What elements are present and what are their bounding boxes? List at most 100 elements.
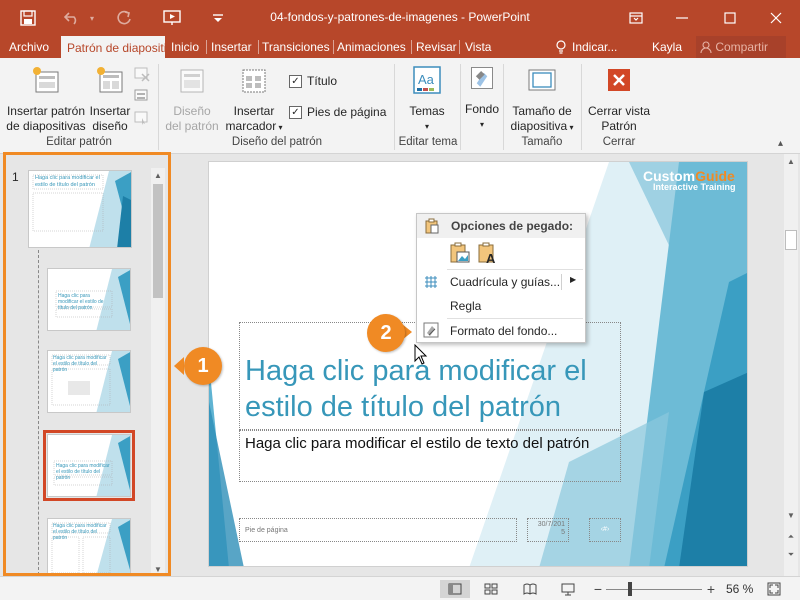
insert-layout-button[interactable]: Insertar diseño (88, 64, 132, 134)
scroll-down-icon[interactable]: ▼ (151, 562, 165, 576)
thumbnail-layout-content[interactable]: Haga clic para modificar el estilo de tí… (47, 350, 131, 413)
thumbnail-layout-title[interactable]: Haga clic para modificar el estilo de tí… (47, 268, 131, 331)
next-slide-icon[interactable]: ⏷ (784, 548, 798, 562)
slide-number-placeholder[interactable]: ‹#› (589, 518, 621, 542)
callout-1-pointer (174, 357, 184, 375)
close-button[interactable] (756, 0, 796, 36)
slide-title-line-2: estilo de título del patrón (245, 391, 561, 423)
slide-body-text[interactable]: Haga clic para modificar el estilo de te… (245, 435, 589, 452)
check-icon: ✓ (289, 105, 302, 119)
thumbnail-layout-selected[interactable]: Haga clic para modificar el estilo de tí… (43, 430, 135, 501)
grid-icon (425, 276, 437, 288)
preserve-icon[interactable] (134, 110, 152, 128)
insert-slide-master-button[interactable]: Insertar patrón de diapositivas (4, 64, 88, 134)
ribbon-separator (581, 64, 582, 150)
slide-size-label-1: Tamaño de (512, 104, 572, 118)
chevron-down-icon: ▾ (479, 120, 484, 129)
mouse-cursor-icon (414, 344, 428, 365)
ribbon-separator (394, 64, 395, 150)
zoom-out-icon[interactable]: − (588, 580, 608, 598)
slide-size-button[interactable]: Tamaño de diapositiva ▾ (506, 64, 578, 135)
delete-slide-icon[interactable] (134, 66, 152, 84)
menu-item-grid-and-guides[interactable]: Cuadrícula y guías... ▶ (417, 270, 585, 294)
title-checkbox-label: Título (307, 74, 338, 88)
tell-me-search[interactable]: Indicar... (572, 36, 622, 58)
tab-separator (411, 40, 412, 54)
footer-placeholder[interactable]: Pie de página (239, 518, 517, 542)
tab-slide-master[interactable]: Patrón de diapositivas (61, 36, 165, 58)
title-checkbox[interactable]: ✓ Título (289, 74, 337, 88)
group-size-label: Tamaño (521, 136, 563, 148)
share-label: Compartir (715, 40, 769, 54)
scrollbar-thumb[interactable] (785, 230, 797, 250)
slide-thumbnail-pane: 1 Haga clic para modificar el estilo de … (0, 154, 170, 580)
background-label: Fondo (464, 102, 500, 116)
thumbnail-master[interactable]: Haga clic para modificar el estilo de tí… (28, 170, 132, 248)
footers-checkbox-label: Pies de página (307, 105, 387, 119)
master-layout-button[interactable]: Diseño del patrón (162, 64, 222, 134)
ribbon-separator (158, 64, 159, 150)
scroll-up-icon[interactable]: ▲ (151, 168, 165, 182)
previous-slide-icon[interactable]: ⏶ (784, 530, 798, 544)
slide-show-icon[interactable] (558, 580, 578, 598)
tab-insert[interactable]: Insertar (211, 36, 257, 58)
group-master-layout-label: Diseño del patrón (231, 136, 323, 148)
fit-to-window-icon[interactable] (764, 580, 784, 598)
themes-label: Temas (409, 104, 445, 118)
paste-text-only-icon[interactable]: A (477, 242, 499, 266)
context-menu: Opciones de pegado: A Cuadrícula y guías… (416, 213, 586, 343)
zoom-slider-track[interactable] (606, 589, 702, 590)
menu-item-format-background[interactable]: Formato del fondo... (417, 319, 585, 343)
background-icon (471, 67, 493, 89)
user-name[interactable]: Kayla (652, 36, 690, 58)
normal-view-icon[interactable] (440, 580, 470, 598)
insert-placeholder-label-1: Insertar (233, 104, 275, 118)
thumbnail-layout-content-title: Haga clic para modificar el estilo de tí… (53, 355, 107, 373)
chevron-down-icon: ▾ (424, 122, 429, 131)
lightbulb-icon[interactable] (556, 36, 570, 58)
insert-placeholder-button[interactable]: Insertar marcador ▾ (222, 64, 286, 135)
thumbnail-scrollbar[interactable]: ▲ ▼ (151, 168, 165, 576)
insert-slide-master-label-2: de diapositivas (6, 119, 86, 133)
minimize-button[interactable] (662, 0, 702, 36)
svg-text:Aa: Aa (418, 72, 435, 87)
share-button[interactable]: Compartir (696, 36, 786, 58)
status-bar: − + 56 % (0, 576, 800, 600)
thumbnail-layout-two-content[interactable]: Haga clic para modificar el estilo de tí… (47, 518, 131, 576)
tab-separator (258, 40, 259, 54)
date-placeholder[interactable]: 30/7/201 5 (527, 518, 569, 542)
scroll-up-icon[interactable]: ▲ (784, 154, 798, 168)
insert-placeholder-label-2: marcador (225, 119, 277, 133)
tab-review[interactable]: Revisar (416, 36, 458, 58)
slide-sorter-icon[interactable] (481, 580, 501, 598)
tab-home[interactable]: Inicio (171, 36, 205, 58)
tab-view[interactable]: Vista (465, 36, 495, 58)
tab-transitions[interactable]: Transiciones (262, 36, 332, 58)
insert-placeholder-icon (242, 69, 266, 93)
scrollbar-thumb[interactable] (153, 184, 163, 298)
close-master-view-button[interactable]: Cerrar vista Patrón (584, 64, 654, 134)
background-button[interactable]: Fondo ▾ (462, 64, 502, 132)
menu-item-ruler[interactable]: Regla (417, 294, 585, 318)
reading-view-icon[interactable] (520, 580, 540, 598)
callout-2-badge: 2 (367, 314, 405, 352)
rename-icon[interactable] (134, 88, 152, 106)
callout-1-badge: 1 (184, 347, 222, 385)
tab-animations[interactable]: Animaciones (337, 36, 410, 58)
themes-icon: Aa (413, 66, 441, 94)
zoom-in-icon[interactable]: + (701, 580, 721, 598)
tab-separator (206, 40, 207, 54)
body-placeholder[interactable]: Haga clic para modificar el estilo de te… (239, 430, 621, 482)
footers-checkbox[interactable]: ✓ Pies de página (289, 105, 386, 119)
tab-file[interactable]: Archivo (0, 36, 60, 58)
paste-picture-icon[interactable] (449, 242, 471, 264)
themes-button[interactable]: Aa Temas ▾ (404, 64, 450, 134)
slide-scrollbar[interactable]: ▲ ▼ ⏶ ⏷ (784, 154, 798, 576)
maximize-button[interactable] (710, 0, 750, 36)
ribbon-display-options-icon[interactable] (616, 0, 656, 36)
collapse-ribbon-icon[interactable]: ▴ (778, 138, 783, 149)
ruler-label: Regla (450, 299, 482, 313)
scroll-down-icon[interactable]: ▼ (784, 508, 798, 522)
zoom-level[interactable]: 56 % (726, 582, 753, 596)
zoom-slider-thumb[interactable] (628, 582, 632, 596)
